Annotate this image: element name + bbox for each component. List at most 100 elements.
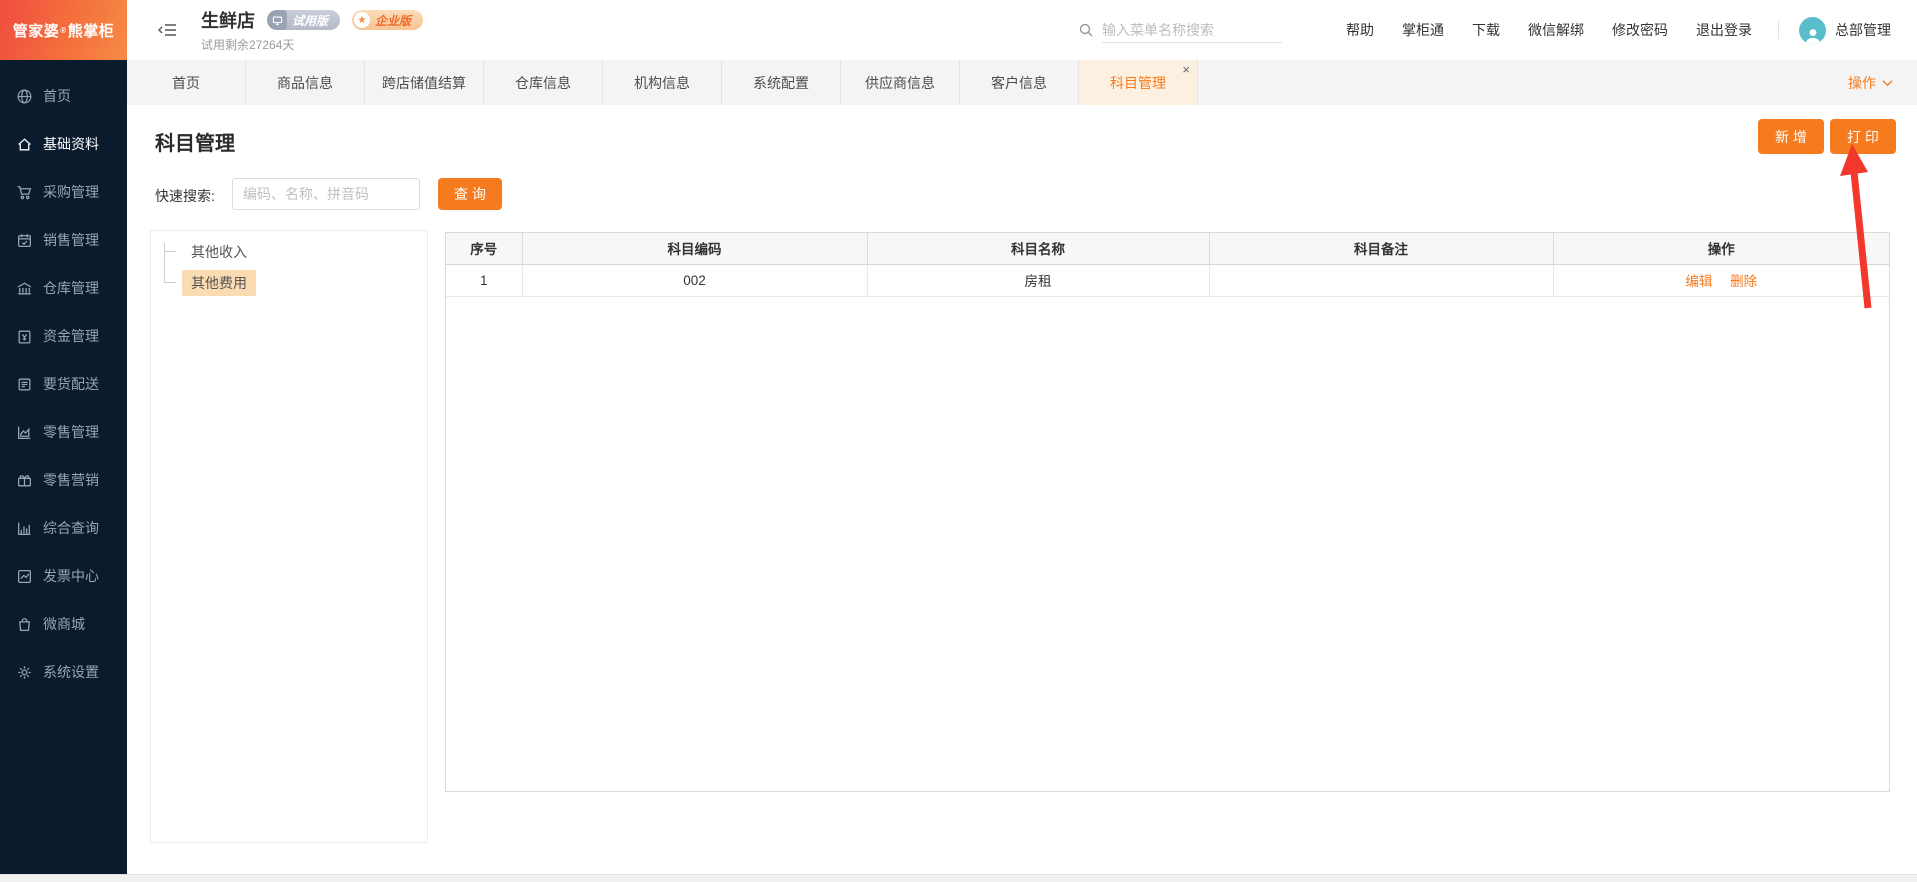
- home-icon: [16, 136, 33, 153]
- sidebar-item-label: 采购管理: [43, 184, 99, 200]
- tab-customer-info[interactable]: 客户信息: [960, 60, 1079, 105]
- header-right: 帮助 掌柜通 下载 微信解绑 修改密码 退出登录 总部管理: [1078, 16, 1891, 44]
- app-window: 管家婆 ® 熊掌柜 首页 基础资料 采购管理 销售管理 仓库管理 资金管理 要货…: [0, 0, 1917, 882]
- sidebar-item-label: 销售管理: [43, 232, 99, 248]
- sidebar-item-retail-marketing[interactable]: 零售营销: [0, 456, 127, 504]
- horizontal-scrollbar[interactable]: [0, 874, 1917, 882]
- sidebar-item-micro-mall[interactable]: 微商城: [0, 600, 127, 648]
- wechat-unbind-link[interactable]: 微信解绑: [1528, 20, 1584, 40]
- sidebar-item-label: 要货配送: [43, 376, 99, 392]
- tab-org-info[interactable]: 机构信息: [603, 60, 722, 105]
- cell-note: [1209, 264, 1554, 297]
- sidebar-item-delivery[interactable]: 要货配送: [0, 360, 127, 408]
- tab-actions-dropdown[interactable]: 操作: [1848, 60, 1893, 105]
- search-icon: [1079, 23, 1093, 37]
- subject-tree-panel: 其他收入 其他费用: [150, 230, 428, 843]
- download-link[interactable]: 下载: [1472, 20, 1500, 40]
- cart-icon: [16, 184, 33, 201]
- chevron-down-icon: [1882, 79, 1893, 86]
- delete-link[interactable]: 删除: [1730, 274, 1757, 289]
- enterprise-badge-label: 企业版: [375, 13, 412, 28]
- tab-warehouse-info[interactable]: 仓库信息: [484, 60, 603, 105]
- area-chart-icon: [16, 424, 33, 441]
- page-title: 科目管理: [155, 133, 235, 155]
- sidebar-item-retail[interactable]: 零售管理: [0, 408, 127, 456]
- sidebar-item-label: 综合查询: [43, 520, 99, 536]
- query-button[interactable]: 查 询: [438, 178, 502, 210]
- sidebar-item-label: 微商城: [43, 616, 85, 632]
- sidebar-item-purchase[interactable]: 采购管理: [0, 168, 127, 216]
- cell-code: 002: [522, 264, 868, 297]
- tab-label: 机构信息: [634, 74, 690, 91]
- menu-search-input[interactable]: [1102, 17, 1282, 43]
- bar-chart-icon: [16, 520, 33, 537]
- sidebar-item-label: 基础资料: [43, 136, 99, 152]
- sidebar-item-label: 发票中心: [43, 568, 99, 584]
- sidebar-item-home[interactable]: 首页: [0, 72, 127, 120]
- gear-icon: [16, 664, 33, 681]
- tree-item-other-expense[interactable]: 其他费用: [182, 270, 256, 296]
- enterprise-version-badge: ★ 企业版: [352, 10, 424, 30]
- brand-product: 熊掌柜: [67, 22, 115, 40]
- tab-subject-management[interactable]: 科目管理 ×: [1079, 60, 1198, 105]
- sidebar-item-invoice[interactable]: 发票中心: [0, 552, 127, 600]
- brand-name: 管家婆: [12, 22, 60, 40]
- calendar-check-icon: [16, 232, 33, 249]
- tab-label: 仓库信息: [515, 74, 571, 91]
- sidebar-item-basic-data[interactable]: 基础资料: [0, 120, 127, 168]
- sidebar-item-funds[interactable]: 资金管理: [0, 312, 127, 360]
- sidebar-item-warehouse[interactable]: 仓库管理: [0, 264, 127, 312]
- tree-connector-line: [164, 243, 165, 282]
- star-icon: ★: [354, 12, 371, 28]
- tree-connector-tick: [164, 282, 176, 283]
- trial-badge-label: 试用版: [292, 13, 329, 28]
- bank-icon: [16, 280, 33, 297]
- list-box-icon: [16, 376, 33, 393]
- gift-icon: [16, 472, 33, 489]
- store-name: 生鲜店: [201, 11, 255, 31]
- tab-label: 科目管理: [1110, 74, 1166, 91]
- add-button[interactable]: 新 增: [1758, 119, 1824, 154]
- sidebar-item-sales[interactable]: 销售管理: [0, 216, 127, 264]
- tab-label: 供应商信息: [865, 74, 935, 91]
- column-header-seq: 序号: [446, 233, 523, 265]
- cell-name: 房租: [867, 264, 1210, 297]
- tree-item-other-income[interactable]: 其他收入: [182, 239, 256, 265]
- tab-supplier-info[interactable]: 供应商信息: [841, 60, 960, 105]
- edit-link[interactable]: 编辑: [1685, 274, 1712, 289]
- main-content: 科目管理 新 增 打 印 快速搜索: 查 询 其他收入 其他费用 序号 科目编码…: [127, 105, 1917, 874]
- avatar[interactable]: [1799, 16, 1826, 44]
- sidebar: 管家婆 ® 熊掌柜 首页 基础资料 采购管理 销售管理 仓库管理 资金管理 要货…: [0, 0, 127, 882]
- sidebar-item-settings[interactable]: 系统设置: [0, 648, 127, 696]
- sidebar-item-label: 零售管理: [43, 424, 99, 440]
- sidebar-item-label: 资金管理: [43, 328, 99, 344]
- top-header: 生鲜店 试用版 ★ 企业版 试用剩余27264天 帮助 掌柜通: [127, 0, 1917, 60]
- print-button[interactable]: 打 印: [1830, 119, 1896, 154]
- trend-chart-icon: [16, 568, 33, 585]
- brand-logo: 管家婆 ® 熊掌柜: [0, 0, 127, 60]
- current-user[interactable]: 总部管理: [1835, 20, 1891, 40]
- column-header-note: 科目备注: [1209, 233, 1554, 265]
- cell-actions: 编辑 删除: [1553, 264, 1889, 297]
- monitor-icon: [267, 10, 287, 30]
- tab-label: 商品信息: [277, 74, 333, 91]
- column-header-code: 科目编码: [522, 233, 868, 265]
- logout-link[interactable]: 退出登录: [1696, 20, 1752, 40]
- tab-home[interactable]: 首页: [127, 60, 246, 105]
- tab-system-config[interactable]: 系统配置: [722, 60, 841, 105]
- column-header-name: 科目名称: [867, 233, 1210, 265]
- trial-remaining-text: 试用剩余27264天: [201, 38, 295, 52]
- tab-label: 首页: [172, 74, 200, 91]
- sidebar-item-query[interactable]: 综合查询: [0, 504, 127, 552]
- divider: [1778, 21, 1779, 39]
- tab-cross-store-settlement[interactable]: 跨店储值结算: [365, 60, 484, 105]
- change-password-link[interactable]: 修改密码: [1612, 20, 1668, 40]
- tab-goods-info[interactable]: 商品信息: [246, 60, 365, 105]
- quick-search-input[interactable]: [232, 178, 420, 210]
- collapse-menu-icon[interactable]: [157, 19, 179, 41]
- help-link[interactable]: 帮助: [1346, 20, 1374, 40]
- zhangguitong-link[interactable]: 掌柜通: [1402, 20, 1444, 40]
- close-icon[interactable]: ×: [1182, 63, 1190, 76]
- registered-mark: ®: [60, 25, 67, 35]
- quick-search-label: 快速搜索:: [155, 188, 215, 204]
